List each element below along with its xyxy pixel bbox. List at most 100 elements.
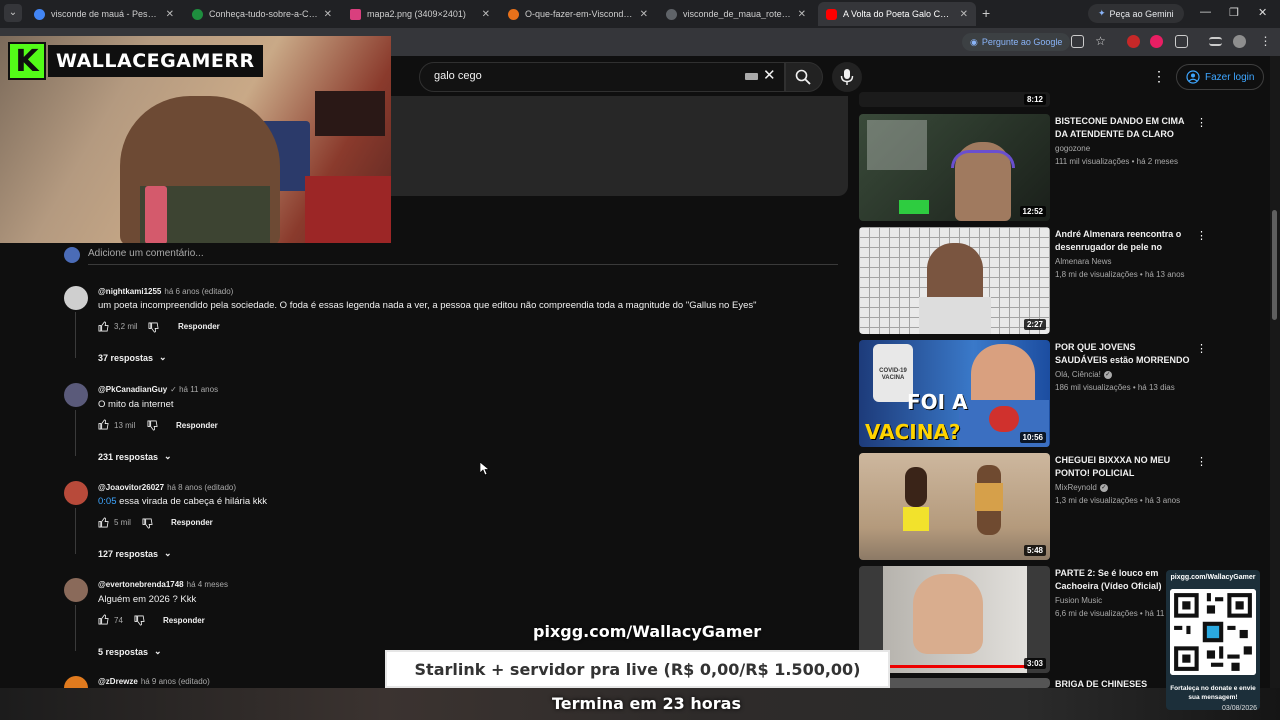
comment-timestamp-link[interactable]: 0:05 [98, 496, 117, 507]
video-more-icon[interactable]: ⋮ [1196, 455, 1207, 468]
video-more-icon[interactable]: ⋮ [1196, 229, 1207, 242]
extension-record-icon[interactable] [1127, 35, 1140, 48]
video-thumbnail[interactable]: 12:52 [859, 114, 1050, 221]
video-channel[interactable]: MixReynold ✓ [1055, 483, 1108, 492]
gemini-sparkle-icon: ✦ [1098, 8, 1106, 18]
video-channel[interactable]: Fusion Music [1055, 596, 1102, 605]
ask-google-button[interactable]: ◉ Pergunte ao Google [962, 33, 1071, 51]
replies-count: 5 respostas [98, 646, 149, 657]
dislike-icon[interactable] [147, 420, 158, 431]
replies-toggle[interactable]: 127 respostas ⌄ [98, 548, 172, 559]
video-thumbnail[interactable]: 5:48 [859, 453, 1050, 560]
webcam-skirt [305, 176, 391, 243]
comment-author[interactable]: @zDrewze [98, 677, 138, 686]
ask-google-label: Pergunte ao Google [981, 37, 1063, 47]
profile-avatar-icon[interactable] [1233, 35, 1246, 48]
thumbnail-progress-bar [883, 665, 1027, 668]
video-thumbnail[interactable]: 2:27 [859, 227, 1050, 334]
reply-button[interactable]: Responder [176, 421, 218, 430]
browser-tab[interactable]: Conheça-tudo-sobre-a-Cachoeira ✕ [184, 2, 340, 26]
clear-search-icon[interactable]: ✕ [763, 66, 776, 84]
restore-icon[interactable]: ❐ [1229, 6, 1239, 19]
comment-avatar[interactable] [64, 383, 88, 407]
bookmark-star-icon[interactable]: ☆ [1094, 35, 1107, 48]
tab-label: mapa2.png (3409×2401) [367, 9, 466, 19]
tab-groups-icon[interactable] [1209, 37, 1222, 46]
comment-author[interactable]: @nightkami1255 [98, 287, 161, 296]
like-icon[interactable] [98, 419, 109, 430]
settings-more-icon[interactable]: ⋮ [1152, 68, 1166, 85]
video-title[interactable]: POR QUE JOVENS SAUDÁVEIS estão MORRENDO … [1055, 341, 1190, 367]
tab-close-icon[interactable]: ✕ [166, 9, 174, 20]
like-icon[interactable] [98, 614, 109, 625]
video-thumbnail[interactable]: 8:12 [859, 92, 1050, 107]
microphone-icon [840, 69, 854, 85]
video-title[interactable]: André Almenara reencontra o desenrugador… [1055, 228, 1190, 254]
new-tab-icon[interactable]: + [982, 5, 990, 21]
video-description-box[interactable] [390, 96, 848, 196]
video-more-icon[interactable]: ⋮ [1196, 342, 1207, 355]
comment-avatar[interactable] [64, 286, 88, 310]
dislike-icon[interactable] [148, 322, 159, 333]
keyboard-icon[interactable] [745, 73, 758, 80]
comment-avatar[interactable] [64, 481, 88, 505]
video-channel[interactable]: Almenara News [1055, 257, 1111, 266]
reply-button[interactable]: Responder [171, 518, 213, 527]
comment-meta: há 8 anos (editado) [167, 483, 236, 492]
tab-close-icon[interactable]: ✕ [324, 9, 332, 20]
comment-header: @PkCanadianGuy ✓ há 11 anos [98, 385, 218, 394]
thumbnail-screen [867, 120, 927, 170]
tab-close-icon[interactable]: ✕ [640, 9, 648, 20]
replies-toggle[interactable]: 37 respostas ⌄ [98, 352, 167, 363]
google-favicon-icon [34, 8, 45, 20]
comment-avatar[interactable] [64, 578, 88, 602]
close-window-icon[interactable]: ✕ [1258, 6, 1267, 19]
thumbnail-person [905, 467, 927, 507]
replies-toggle[interactable]: 231 respostas ⌄ [98, 451, 172, 462]
channel-name: MixReynold [1055, 483, 1097, 492]
comment-author[interactable]: @PkCanadianGuy [98, 385, 167, 394]
video-more-icon[interactable]: ⋮ [1196, 116, 1207, 129]
browser-tab-active[interactable]: A Volta do Poeta Galo Cego - Du ✕ [818, 2, 976, 26]
reply-button[interactable]: Responder [178, 322, 220, 331]
donation-url: pixgg.com/WallacyGamer [533, 622, 762, 641]
browser-tab[interactable]: visconde_de_maua_roteiros-34 ✕ [658, 2, 814, 26]
extensions-puzzle-icon[interactable] [1175, 35, 1188, 48]
gemini-button[interactable]: ✦ Peça ao Gemini [1088, 4, 1184, 23]
tab-close-icon[interactable]: ✕ [798, 9, 806, 20]
tab-close-icon[interactable]: ✕ [482, 9, 490, 20]
video-title[interactable]: CHEGUEI BIXXXA NO MEU PONTO! POLICIAL DI… [1055, 454, 1190, 480]
minimize-icon[interactable]: — [1200, 6, 1211, 18]
login-button[interactable]: Fazer login [1176, 64, 1265, 90]
dislike-icon[interactable] [142, 518, 153, 529]
comment-author[interactable]: @evertonebrenda1748 [98, 580, 184, 589]
chrome-menu-icon[interactable]: ⋮ [1259, 35, 1272, 48]
browser-tab[interactable]: visconde de mauá - Pesquisa Google ✕ [26, 2, 182, 26]
video-channel[interactable]: Olá, Ciência! ✓ [1055, 370, 1112, 379]
globe-favicon-icon [666, 8, 677, 20]
replies-toggle[interactable]: 5 respostas ⌄ [98, 646, 162, 657]
comment-author[interactable]: @Joaovitor26027 [98, 483, 164, 492]
reply-button[interactable]: Responder [163, 616, 205, 625]
add-comment-input[interactable]: Adicione um comentário... [88, 248, 204, 259]
like-icon[interactable] [98, 517, 109, 528]
like-icon[interactable] [98, 321, 109, 332]
dislike-icon[interactable] [134, 615, 145, 626]
scrollbar-thumb[interactable] [1272, 210, 1277, 320]
tab-search-button[interactable]: ⌄ [4, 4, 22, 22]
video-channel[interactable]: gogozone [1055, 144, 1090, 153]
video-title[interactable]: BISTECONE DANDO EM CIMA DA ATENDENTE DA … [1055, 115, 1190, 141]
browser-tab[interactable]: O-que-fazer-em-Visconde-de-Mauá ✕ [500, 2, 656, 26]
scrollbar[interactable] [1270, 56, 1280, 720]
webcam-person-2 [315, 91, 385, 136]
video-title[interactable]: PARTE 2: Se é louco em Cachoeira (Vídeo … [1055, 567, 1167, 593]
tab-label: visconde de mauá - Pesquisa Google [51, 9, 160, 19]
comment-text: 0:05 essa virada de cabeça é hilária kkk [98, 496, 267, 507]
video-thumbnail[interactable]: COVID-19 VACINA FOI A VACINA? 10:56 [859, 340, 1050, 447]
install-app-icon[interactable] [1071, 35, 1084, 48]
extension-icon[interactable] [1150, 35, 1163, 48]
replies-count: 37 respostas [98, 352, 154, 363]
channel-name: Fusion Music [1055, 596, 1103, 605]
tab-close-icon[interactable]: ✕ [960, 9, 968, 20]
browser-tab[interactable]: mapa2.png (3409×2401) ✕ [342, 2, 498, 26]
